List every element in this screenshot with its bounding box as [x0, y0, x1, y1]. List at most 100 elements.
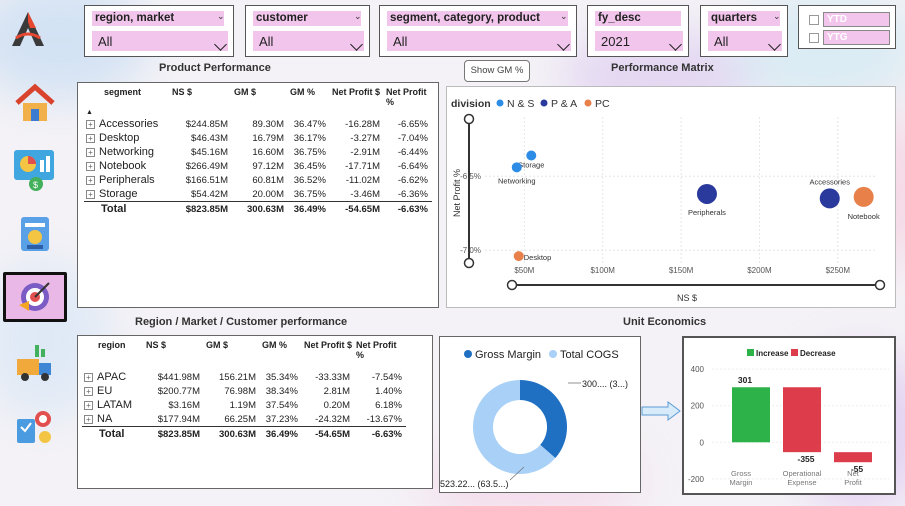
executive-icon[interactable] [12, 404, 58, 450]
table-cell: 89.30M [252, 118, 284, 130]
expand-icon[interactable]: + [84, 414, 93, 424]
table-row[interactable]: + Desktop $46.43M 16.79M 36.17% -3.27M -7.04% [84, 131, 432, 145]
sort-indicator-icon[interactable]: ▲ [84, 109, 432, 117]
row-header[interactable]: + Storage [84, 187, 170, 202]
table-cell: 66.25M [224, 413, 256, 425]
waterfall-bar-operational-expense[interactable] [783, 387, 821, 453]
column-header[interactable]: NS $ [170, 87, 232, 109]
region-market-slicer[interactable]: region, market ⌄ All [84, 5, 234, 57]
row-header[interactable]: + NA [82, 412, 144, 427]
performance-matrix-chart[interactable]: division N & S P & A PC Net Profit % $50… [446, 86, 896, 308]
row-header[interactable]: + EU [82, 384, 144, 398]
row-header[interactable]: + APAC [82, 370, 144, 384]
scatter-point-storage[interactable] [526, 150, 537, 161]
ytd-label: YTD [823, 12, 890, 27]
column-header[interactable]: GM $ [232, 87, 288, 109]
table-row[interactable]: + Notebook $266.49M 97.12M 36.45% -17.71M -6.6… [84, 159, 432, 173]
column-header[interactable]: Net Profit % [354, 340, 406, 370]
slicer-value[interactable]: All [387, 31, 571, 51]
quarters-slicer[interactable]: quarters ⌄ All [700, 5, 788, 57]
slicer-value[interactable]: All [253, 31, 364, 51]
ytd-ytg-slicer[interactable]: YTD YTG [798, 5, 896, 49]
table-cell: 16.60M [252, 146, 284, 158]
column-header[interactable]: Net Profit $ [302, 340, 354, 370]
legend-item-decrease[interactable]: Decrease [800, 349, 836, 358]
legend-item-increase[interactable]: Increase [756, 349, 789, 358]
row-header[interactable]: + Desktop [84, 131, 170, 145]
expand-icon[interactable]: + [84, 386, 93, 396]
x-range-slider-handle-left[interactable] [506, 279, 518, 291]
waterfall-bar-net-profit[interactable] [834, 452, 872, 463]
expand-icon[interactable]: + [84, 372, 93, 382]
scatter-point-peripherals[interactable] [696, 183, 717, 204]
customer-slicer[interactable]: customer ⌄ All [245, 5, 370, 57]
row-header[interactable]: + Notebook [84, 159, 170, 173]
sales-analysis-icon[interactable] [12, 210, 58, 256]
table-row[interactable]: + EU $200.77M 76.98M 38.34% 2.81M 1.40% [82, 384, 406, 398]
table-cell: 20.00M [252, 188, 284, 200]
scatter-point-accessories[interactable] [819, 188, 840, 209]
finance-dashboard-icon[interactable]: $ [12, 146, 58, 192]
column-header[interactable]: Net Profit $ [330, 87, 384, 109]
expand-icon[interactable]: + [86, 147, 95, 157]
ytd-checkbox[interactable] [809, 15, 819, 25]
table-row[interactable]: + Accessories $244.85M 89.30M 36.47% -16.28M -… [84, 117, 432, 131]
donut-slice-gross-margin[interactable] [520, 380, 567, 459]
show-gm-percent-button[interactable]: Show GM % [464, 60, 530, 82]
expand-icon[interactable]: + [86, 161, 95, 171]
y-range-slider-handle-bottom[interactable] [463, 257, 475, 269]
product-performance-table[interactable]: segment NS $ GM $ GM % Net Profit $ Net … [77, 82, 439, 308]
row-header[interactable]: + Networking [84, 145, 170, 159]
table-row[interactable]: + Storage $54.42M 20.00M 36.75% -3.46M -6.36% [84, 187, 432, 202]
donut-chart-panel[interactable]: Gross Margin Total COGS 300.... (3...) 5… [439, 336, 641, 493]
column-header[interactable]: segment [84, 87, 170, 109]
x-range-slider-handle-right[interactable] [874, 279, 886, 291]
y-range-slider-handle-top[interactable] [463, 113, 475, 125]
scatter-point-networking[interactable] [511, 162, 522, 173]
table-row[interactable]: + Peripherals $166.51M 60.81M 36.52% -11.02M -… [84, 173, 432, 187]
column-header[interactable]: NS $ [144, 340, 204, 370]
legend-item-pc[interactable]: PC [595, 98, 610, 110]
arrow-right-icon [641, 401, 681, 421]
row-header[interactable]: + Accessories [84, 117, 170, 131]
waterfall-chart-panel[interactable]: Increase Decrease 400 200 0 -200 301 Gross Ma… [682, 336, 896, 495]
fy-desc-slicer[interactable]: fy_desc 2021 [587, 5, 689, 57]
row-header[interactable]: + Peripherals [84, 173, 170, 187]
expand-icon[interactable]: + [86, 189, 95, 199]
column-header[interactable]: GM % [288, 87, 330, 109]
expand-icon[interactable]: + [86, 133, 95, 143]
column-header[interactable]: GM % [260, 340, 302, 370]
column-header[interactable]: GM $ [204, 340, 260, 370]
slicer-value[interactable]: All [92, 31, 228, 51]
slicer-header: segment, category, product [387, 11, 568, 26]
legend-item-total-cogs[interactable]: Total COGS [560, 349, 619, 361]
expand-icon[interactable]: + [86, 119, 95, 129]
legend-item-gross-margin[interactable]: Gross Margin [475, 349, 541, 361]
donut-chart[interactable]: Gross Margin Total COGS 300.... (3...) 5… [440, 337, 639, 491]
expand-icon[interactable]: + [86, 175, 95, 185]
waterfall-chart[interactable]: Increase Decrease 400 200 0 -200 301 GrossMa… [684, 338, 894, 493]
row-header[interactable]: + LATAM [82, 398, 144, 412]
table-cell: 36.47% [293, 118, 326, 130]
column-header[interactable]: region [82, 340, 144, 370]
region-performance-table[interactable]: region NS $ GM $ GM % Net Profit $ Net P… [77, 335, 433, 489]
table-row[interactable]: + LATAM $3.16M 1.19M 37.54% 0.20M 6.18% [82, 398, 406, 412]
home-icon[interactable] [12, 80, 58, 126]
table-row[interactable]: + APAC $441.98M 156.21M 35.34% -33.33M -7.54% [82, 370, 406, 384]
scatter-point-notebook[interactable] [853, 186, 874, 207]
legend-item-pa[interactable]: P & A [551, 98, 577, 110]
scatter-point-desktop[interactable] [513, 251, 524, 262]
marketing-target-icon[interactable] [3, 272, 67, 322]
column-header[interactable]: Net Profit % [384, 87, 432, 109]
scatter-plot[interactable]: division N & S P & A PC Net Profit % $50… [447, 87, 894, 306]
table-row[interactable]: + NA $177.94M 66.25M 37.23% -24.32M -13.67% [82, 412, 406, 427]
donut-label-total-cogs: 523.22... (63.5...) [440, 479, 509, 489]
expand-icon[interactable]: + [84, 400, 93, 410]
table-row[interactable]: + Networking $45.16M 16.60M 36.75% -2.91M -6.4… [84, 145, 432, 159]
slicer-value[interactable]: 2021 [595, 31, 683, 51]
ytg-checkbox[interactable] [809, 33, 819, 43]
supply-chain-icon[interactable] [12, 340, 58, 386]
waterfall-bar-gross-margin[interactable] [732, 387, 770, 443]
segment-category-product-slicer[interactable]: segment, category, product ⌄ All [379, 5, 577, 57]
legend-item-ns[interactable]: N & S [507, 98, 534, 110]
